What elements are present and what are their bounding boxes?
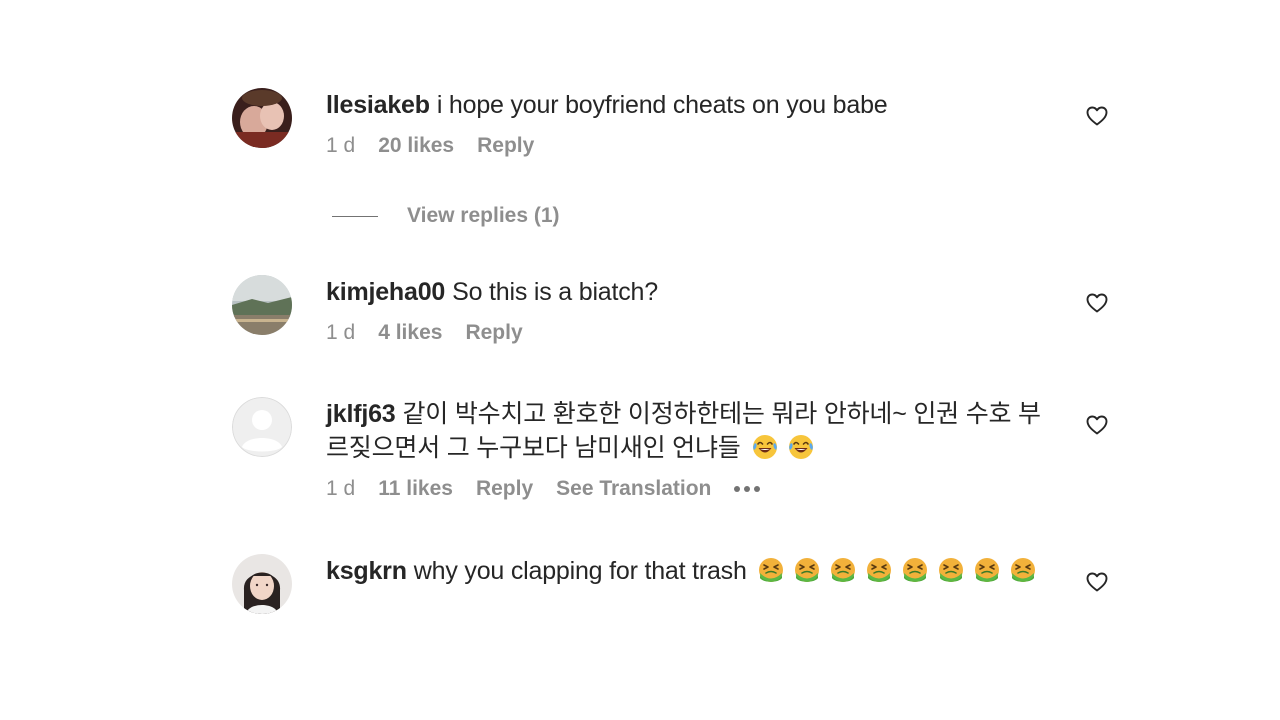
comment-time: 1 d — [326, 134, 356, 157]
comment-username[interactable]: llesiakeb — [326, 91, 430, 119]
nauseated-face-icon — [795, 558, 820, 582]
comment-meta: 1 d 20 likes Reply — [326, 134, 1046, 158]
nauseated-face-icon — [975, 558, 1000, 582]
nauseated-face-icon — [939, 558, 964, 582]
comment-meta: 1 d 11 likes Reply See Translation — [326, 477, 1046, 501]
reply-button[interactable]: Reply — [477, 134, 534, 158]
see-translation-button[interactable]: See Translation — [556, 477, 711, 501]
comment-likes[interactable]: 4 likes — [378, 321, 442, 345]
more-horizontal-icon[interactable] — [734, 486, 761, 492]
comment-text: jklfj63 같이 박수치고 환호한 이정하한테는 뭐라 안하네~ 인권 수호 … — [326, 397, 1046, 465]
face-with-tears-of-joy-icon — [753, 435, 778, 459]
nauseated-face-icon — [1011, 558, 1036, 582]
heart-outline-icon[interactable] — [1085, 570, 1109, 594]
reply-button[interactable]: Reply — [476, 477, 533, 501]
avatar[interactable] — [232, 554, 292, 614]
comment-username[interactable]: kimjeha00 — [326, 278, 445, 306]
comment-likes[interactable]: 11 likes — [378, 477, 453, 501]
comment-text: ksgkrn why you clapping for that trash — [326, 554, 1046, 588]
comments-list: llesiakeb i hope your boyfriend cheats on… — [0, 0, 1280, 720]
view-replies-label: View replies (1) — [407, 204, 560, 227]
nauseated-face-icon — [903, 558, 928, 582]
comment-text: llesiakeb i hope your boyfriend cheats on… — [326, 88, 1046, 122]
heart-outline-icon[interactable] — [1085, 291, 1109, 315]
comment-username[interactable]: ksgkrn — [326, 557, 407, 585]
comment-text: kimjeha00 So this is a biatch? — [326, 275, 1046, 309]
nauseated-face-icon — [759, 558, 784, 582]
avatar[interactable] — [232, 397, 292, 457]
comment-body: 같이 박수치고 환호한 이정하한테는 뭐라 안하네~ 인권 수호 부르짖으면서 … — [326, 400, 1041, 462]
comment-time: 1 d — [326, 477, 356, 500]
nauseated-face-icon — [831, 558, 856, 582]
heart-outline-icon[interactable] — [1085, 104, 1109, 128]
reply-button[interactable]: Reply — [465, 321, 522, 345]
comment-body: i hope your boyfriend cheats on you babe — [436, 91, 888, 119]
comment-body: So this is a biatch? — [452, 278, 658, 306]
comment-time: 1 d — [326, 321, 356, 344]
comment-likes[interactable]: 20 likes — [378, 134, 454, 158]
heart-outline-icon[interactable] — [1085, 413, 1109, 437]
emoji-row — [753, 557, 1041, 585]
nauseated-face-icon — [867, 558, 892, 582]
avatar[interactable] — [232, 88, 292, 148]
face-with-tears-of-joy-icon — [789, 435, 814, 459]
comment-username[interactable]: jklfj63 — [326, 400, 396, 428]
comment-body: why you clapping for that trash — [413, 557, 747, 585]
view-replies-divider — [332, 215, 378, 217]
view-replies-button[interactable]: View replies (1) — [332, 204, 560, 228]
comment-meta: 1 d 4 likes Reply — [326, 321, 1046, 345]
avatar[interactable] — [232, 275, 292, 335]
